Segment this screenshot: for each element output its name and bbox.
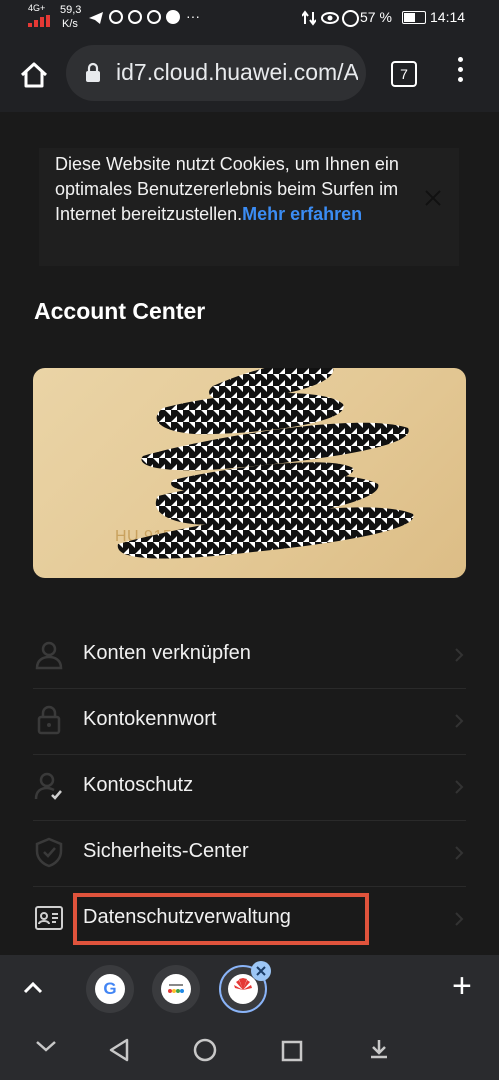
- signal-icon: [28, 14, 54, 32]
- redaction-scribble: [117, 368, 414, 559]
- close-tab-button[interactable]: [251, 961, 271, 981]
- google-letter: G: [103, 979, 117, 998]
- menu-item-label: Kontokennwort: [83, 708, 217, 730]
- tab-switcher-button[interactable]: 7: [391, 61, 417, 87]
- account-card[interactable]: HU 91520628: [33, 368, 466, 578]
- chevron-down-icon: [36, 1041, 56, 1052]
- recents-square-icon: [281, 1040, 303, 1062]
- system-navigation-bar: [0, 1023, 499, 1080]
- overflow-menu-button[interactable]: [450, 57, 470, 91]
- home-nav-button[interactable]: [193, 1038, 217, 1067]
- browser-toolbar: id7.cloud.huawei.com/A 7: [0, 37, 499, 112]
- back-button[interactable]: [108, 1037, 130, 1068]
- telegram-icon: [88, 11, 104, 30]
- menu-item-label: Konten verknüpfen: [83, 642, 251, 664]
- new-tab-button[interactable]: +: [452, 969, 472, 1003]
- address-bar[interactable]: id7.cloud.huawei.com/A: [66, 45, 366, 101]
- data-transfer-icon: [301, 10, 317, 31]
- notification-pull-button[interactable]: [367, 1037, 391, 1066]
- pull-down-icon: [371, 1040, 387, 1059]
- site-favicon-icon: [161, 974, 191, 1004]
- highlight-annotation: [73, 893, 369, 945]
- tab-strip-toolbar: G +: [0, 955, 499, 1023]
- recents-button[interactable]: [281, 1040, 303, 1067]
- dot: [457, 67, 463, 72]
- cookie-text-block: Diese Website nutzt Cookies, um Ihnen ei…: [55, 152, 405, 227]
- menu-item-label: Kontoschutz: [83, 774, 194, 796]
- speed-value: 59,3: [60, 4, 82, 16]
- chevron-right-icon: [454, 779, 464, 800]
- more-notifications: ···: [186, 8, 200, 24]
- chrome-icon: [128, 10, 142, 24]
- speed-unit: K/s: [62, 18, 78, 30]
- facebook-icon: [166, 10, 180, 24]
- close-icon: [425, 190, 441, 206]
- battery-level: 57 %: [360, 9, 392, 25]
- back-triangle-icon: [109, 1038, 129, 1062]
- chevron-right-icon: [454, 911, 464, 932]
- url-text: id7.cloud.huawei.com/A: [116, 59, 358, 85]
- cookie-more-link[interactable]: Mehr erfahren: [242, 204, 362, 224]
- dot: [457, 57, 463, 62]
- chevron-right-icon: [454, 647, 464, 668]
- page-content: Diese Website nutzt Cookies, um Ihnen ei…: [0, 112, 499, 955]
- menu-item-link-accounts[interactable]: Konten verknüpfen: [33, 622, 466, 689]
- shield-check-icon: [33, 836, 65, 868]
- alarm-icon: [342, 10, 359, 27]
- chrome-icon: [109, 10, 123, 24]
- close-icon: [256, 966, 266, 976]
- chrome-icon: [147, 10, 161, 24]
- menu-item-security-center[interactable]: Sicherheits-Center: [33, 820, 466, 887]
- home-button[interactable]: [14, 55, 54, 95]
- menu-item-account-protection[interactable]: Kontoschutz: [33, 754, 466, 821]
- chevron-right-icon: [454, 713, 464, 734]
- clock: 14:14: [430, 9, 466, 25]
- eye-icon: [321, 11, 339, 29]
- lock-icon: [84, 62, 102, 89]
- lock-icon: [33, 704, 65, 736]
- dot: [457, 77, 463, 82]
- id-card-icon: [33, 902, 65, 934]
- person-check-icon: [33, 770, 65, 802]
- home-circle-icon: [193, 1038, 217, 1062]
- home-icon: [20, 62, 48, 88]
- menu-item-label: Sicherheits-Center: [83, 840, 249, 862]
- tab-google[interactable]: G: [86, 965, 134, 1013]
- cookie-banner: Diese Website nutzt Cookies, um Ihnen ei…: [39, 148, 459, 266]
- menu-item-password[interactable]: Kontokennwort: [33, 688, 466, 755]
- network-type: 4G+: [28, 3, 46, 13]
- tab-site[interactable]: [152, 965, 200, 1013]
- expand-tabs-button[interactable]: [22, 979, 44, 1000]
- hide-nav-button[interactable]: [35, 1039, 57, 1058]
- cookie-close-button[interactable]: [423, 188, 443, 208]
- battery-icon: [402, 11, 426, 24]
- page-title: Account Center: [34, 298, 206, 324]
- google-icon: G: [95, 974, 125, 1004]
- chevron-right-icon: [454, 845, 464, 866]
- status-bar: 4G+ 59,3 K/s ··· 57 % 14:14: [0, 0, 499, 37]
- chevron-up-icon: [23, 981, 43, 994]
- person-icon: [33, 638, 65, 670]
